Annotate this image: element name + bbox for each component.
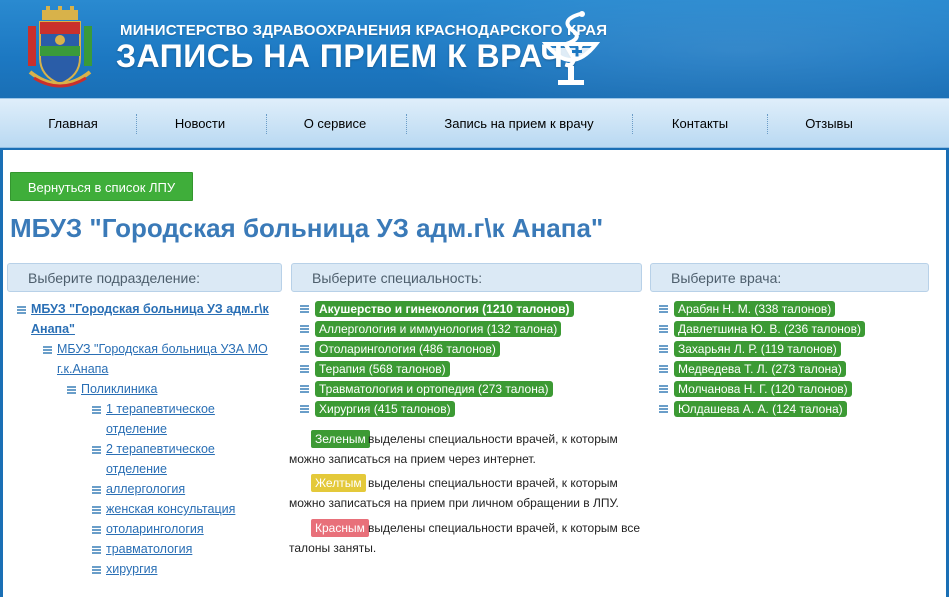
main-nav: Главная Новости О сервисе Запись на прие… xyxy=(0,98,949,148)
legend-red-text-cont: талоны заняты. xyxy=(289,541,377,555)
medical-bowl-logo-icon xyxy=(541,11,601,85)
tree-node-icon xyxy=(92,446,101,455)
doctor-item[interactable]: Давлетшина Ю. В. (236 талонов) xyxy=(674,321,865,337)
tree-node-icon xyxy=(92,526,101,535)
site-header: МИНИСТЕРСТВО ЗДРАВООХРАНЕНИЯ КРАСНОДАРСК… xyxy=(0,0,949,98)
nav-news[interactable]: Новости xyxy=(155,99,245,149)
legend-red-chip: Красным xyxy=(311,519,369,537)
nav-separator xyxy=(406,114,407,134)
tree-node-icon xyxy=(17,306,26,315)
ministry-name: МИНИСТЕРСТВО ЗДРАВООХРАНЕНИЯ КРАСНОДАРСК… xyxy=(120,22,608,39)
list-bullet-icon xyxy=(300,405,309,414)
tree-item-allergy[interactable]: аллергология xyxy=(106,479,185,499)
tree-item-root[interactable]: МБУЗ "Городская больница УЗ адм.г\к xyxy=(31,299,269,319)
tree-item-therapy-2[interactable]: 2 терапевтическое xyxy=(106,439,215,459)
legend-red-text: выделены специальности врачей, к которым… xyxy=(368,521,641,535)
nav-separator xyxy=(767,114,768,134)
list-bullet-icon xyxy=(300,345,309,354)
tree-node-icon xyxy=(43,346,52,355)
nav-home[interactable]: Главная xyxy=(28,99,118,149)
nav-separator xyxy=(266,114,267,134)
list-bullet-icon xyxy=(659,345,668,354)
legend-green-text-cont: можно записаться на прием через интернет… xyxy=(289,452,536,466)
tree-item-therapy-2-cont[interactable]: отделение xyxy=(106,459,167,479)
tree-item-trauma[interactable]: травматология xyxy=(106,539,192,559)
list-bullet-icon xyxy=(300,365,309,374)
tree-item-women[interactable]: женская консультация xyxy=(106,499,235,519)
nav-contacts[interactable]: Контакты xyxy=(652,99,748,149)
specialty-item[interactable]: Терапия (568 талонов) xyxy=(315,361,450,377)
nav-appointment[interactable]: Запись на прием к врачу xyxy=(424,99,614,149)
legend-yellow-text: выделены специальности врачей, к которым xyxy=(368,476,618,490)
tree-item-clinic[interactable]: Поликлиника xyxy=(81,379,157,399)
list-bullet-icon xyxy=(300,325,309,334)
nav-separator xyxy=(136,114,137,134)
legend-green-chip: Зеленым xyxy=(311,430,370,448)
tree-item-root-cont[interactable]: Анапа" xyxy=(31,319,75,339)
back-to-list-button[interactable]: Вернуться в список ЛПУ xyxy=(10,172,193,201)
legend-yellow-chip: Желтым xyxy=(311,474,366,492)
division-column-header: Выберите подразделение: xyxy=(7,263,282,292)
specialty-item[interactable]: Хирургия (415 талонов) xyxy=(315,401,455,417)
nav-about[interactable]: О сервисе xyxy=(285,99,385,149)
list-bullet-icon xyxy=(659,385,668,394)
list-bullet-icon xyxy=(659,405,668,414)
doctor-column-header: Выберите врача: xyxy=(650,263,929,292)
tree-node-icon xyxy=(92,566,101,575)
doctor-item[interactable]: Арабян Н. М. (338 талонов) xyxy=(674,301,836,317)
specialty-item[interactable]: Акушерство и гинекология (1210 талонов) xyxy=(315,301,574,317)
doctor-item[interactable]: Молчанова Н. Г. (120 талонов) xyxy=(674,381,852,397)
coat-of-arms-icon xyxy=(28,6,92,88)
tree-node-icon xyxy=(67,386,76,395)
doctor-item[interactable]: Захарьян Л. Р. (119 талонов) xyxy=(674,341,841,357)
legend-green-text: выделены специальности врачей, к которым xyxy=(368,432,618,446)
tree-node-icon xyxy=(92,406,101,415)
list-bullet-icon xyxy=(300,385,309,394)
tree-item-surgery[interactable]: хирургия xyxy=(106,559,157,579)
tree-node-icon xyxy=(92,486,101,495)
content-panel: Вернуться в список ЛПУ МБУЗ "Городская б… xyxy=(0,150,949,597)
list-bullet-icon xyxy=(659,325,668,334)
site-title: ЗАПИСЬ НА ПРИЕМ К ВРАЧУ xyxy=(116,38,584,74)
tree-item-hospital[interactable]: МБУЗ "Городская больница УЗА МО xyxy=(57,339,268,359)
specialty-item[interactable]: Травматология и ортопедия (273 талона) xyxy=(315,381,553,397)
tree-node-icon xyxy=(92,546,101,555)
page-title: МБУЗ "Городская больница УЗ адм.г\к Анап… xyxy=(10,213,604,243)
tree-node-icon xyxy=(92,506,101,515)
tree-item-therapy-1[interactable]: 1 терапевтическое xyxy=(106,399,215,419)
list-bullet-icon xyxy=(659,365,668,374)
legend-yellow-text-cont: можно записаться на прием при личном обр… xyxy=(289,496,619,510)
doctor-item[interactable]: Юлдашева А. А. (124 талона) xyxy=(674,401,847,417)
specialty-item[interactable]: Отоларингология (486 талонов) xyxy=(315,341,500,357)
doctor-item[interactable]: Медведева Т. Л. (273 талона) xyxy=(674,361,846,377)
tree-item-ent[interactable]: отоларингология xyxy=(106,519,204,539)
list-bullet-icon xyxy=(300,305,309,314)
specialty-column-header: Выберите специальность: xyxy=(291,263,642,292)
tree-item-therapy-1-cont[interactable]: отделение xyxy=(106,419,167,439)
specialty-item[interactable]: Аллергология и иммунология (132 талона) xyxy=(315,321,562,337)
nav-separator xyxy=(632,114,633,134)
tree-item-hospital-cont[interactable]: г.к.Анапа xyxy=(57,359,108,379)
list-bullet-icon xyxy=(659,305,668,314)
nav-reviews[interactable]: Отзывы xyxy=(784,99,874,149)
